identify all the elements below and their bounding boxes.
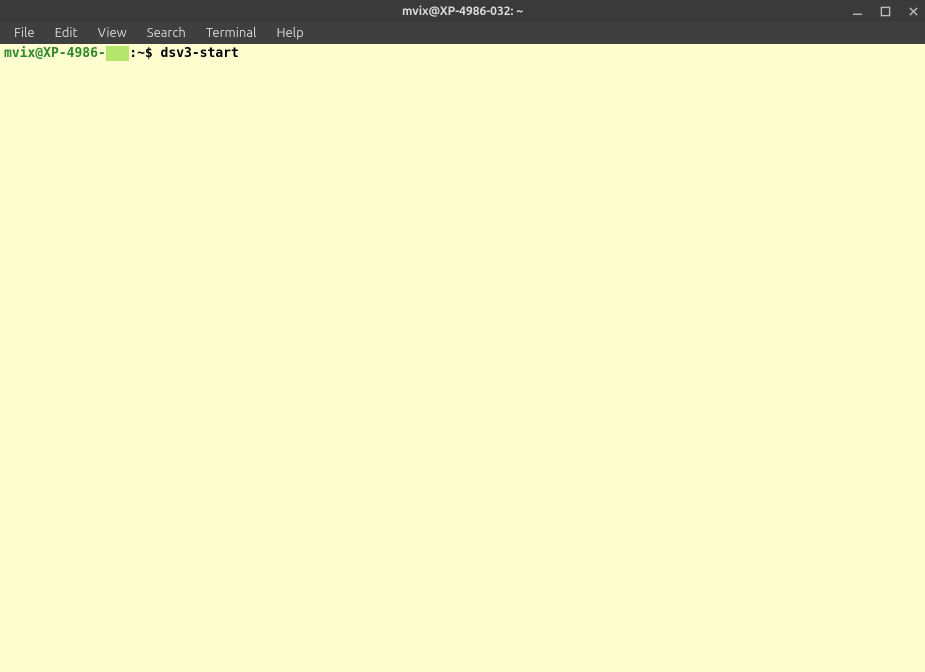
- prompt-symbol: $: [145, 46, 153, 61]
- minimize-icon: [852, 6, 863, 17]
- close-icon: [908, 6, 919, 17]
- window-controls: [849, 0, 921, 22]
- menu-help[interactable]: Help: [266, 24, 313, 42]
- terminal-line: mvix@XP-4986- :~$ dsv3-start: [4, 46, 921, 62]
- menu-search[interactable]: Search: [137, 24, 196, 42]
- menubar: File Edit View Search Terminal Help: [0, 22, 925, 44]
- menu-edit[interactable]: Edit: [45, 24, 88, 42]
- command-text: dsv3-start: [161, 46, 239, 61]
- menu-terminal[interactable]: Terminal: [196, 24, 267, 42]
- prompt-userhost: mvix@XP-4986-: [4, 46, 106, 61]
- titlebar: mvix@XP-4986-032: ~: [0, 0, 925, 22]
- prompt-path: :~: [129, 46, 145, 61]
- close-button[interactable]: [905, 3, 921, 19]
- maximize-button[interactable]: [877, 3, 893, 19]
- minimize-button[interactable]: [849, 3, 865, 19]
- window-title: mvix@XP-4986-032: ~: [402, 5, 523, 18]
- prompt-highlight: [106, 46, 129, 61]
- menu-file[interactable]: File: [4, 24, 45, 42]
- terminal[interactable]: mvix@XP-4986- :~$ dsv3-start: [0, 44, 925, 672]
- maximize-icon: [880, 6, 891, 17]
- menu-view[interactable]: View: [88, 24, 137, 42]
